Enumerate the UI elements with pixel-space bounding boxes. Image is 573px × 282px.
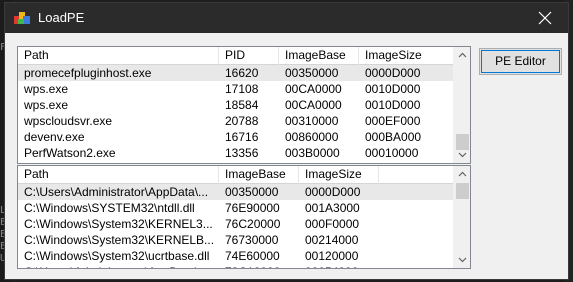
process-list-rows: promecefpluginhost.exe 16620 00350000 0000D… [18,65,455,163]
table-cell: wps.exe [24,82,69,96]
loadpe-app-icon [14,12,30,24]
column-header-imagesize[interactable]: ImageSize [359,47,455,65]
table-cell: 20788 [225,114,259,128]
window-title: LoadPE [38,10,85,25]
column-header-pid[interactable]: PID [219,47,279,65]
table-cell: 16716 [225,130,259,144]
table-cell: 00010000 [365,146,419,160]
scroll-down-arrow-icon[interactable] [454,146,471,163]
table-cell: 00310000 [285,114,339,128]
table-cell: 74E60000 [225,249,280,263]
table-cell: C:\Windows\System32\KERNEL3... [24,217,213,231]
table-cell: 0010D000 [365,98,421,112]
table-cell: 13356 [225,146,259,160]
table-cell: C:\Users\Administrator\AppData\... [18,264,219,268]
window-client-area: Path PID ImageBase ImageSize promecefplu… [5,33,568,279]
table-cell: 73C10000 [219,264,299,268]
table-cell: 00CA0000 [285,82,342,96]
scroll-down-arrow-icon[interactable] [454,251,471,268]
loadpe-window: LoadPE Path PID ImageBase ImageSize prom… [4,2,569,280]
table-cell: wpscloudsvr.exe [24,114,113,128]
table-cell: 22012 [219,161,279,163]
column-header-empty [379,166,455,184]
column-header-imagebase[interactable]: ImageBase [279,47,359,65]
process-list-scrollbar[interactable] [453,47,470,163]
table-cell: PerfWatson2.exe [24,146,116,160]
table-cell: 001A3000 [305,201,360,215]
table-cell: 003B0000 [285,146,340,160]
table-cell: 18584 [225,98,259,112]
table-cell: 76E90000 [225,201,280,215]
table-cell: 16620 [225,66,259,80]
table-cell: 00214000 [305,233,359,247]
module-row[interactable]: C:\Users\Administrator\AppData\...73C100… [18,264,455,268]
column-header-imagebase[interactable]: ImageBase [219,166,299,184]
process-row[interactable]: wps.exe 17108 00CA0000 0010D000 [18,81,455,97]
table-cell: 00000000 [279,161,359,163]
table-cell: 76730000 [225,233,279,247]
table-cell: 000BA000 [365,130,422,144]
title-bar[interactable]: LoadPE [5,3,568,33]
table-cell: 00CA0000 [285,98,342,112]
column-header-imagesize[interactable]: ImageSize [299,166,379,184]
process-row[interactable]: devenv.exe 16716 00860000 000BA000 [18,129,455,145]
module-row[interactable]: C:\Windows\System32\KERNELB... 76730000 00… [18,232,455,248]
table-cell: 00054000 [299,264,379,268]
process-row[interactable]: Microsoft.ServiceHub.Controll...22012000… [18,161,455,163]
close-button[interactable] [522,3,568,33]
module-list[interactable]: Path ImageBase ImageSize C:\Users\Admini… [17,165,471,269]
process-row[interactable]: PerfWatson2.exe 13356 003B0000 00010000 [18,145,455,161]
table-cell: 000F0000 [305,217,360,231]
table-cell: C:\Users\Administrator\AppData\... [24,185,209,199]
scroll-up-arrow-icon[interactable] [454,166,471,183]
module-row[interactable]: C:\Windows\System32\KERNEL3... 76C20000 00… [18,216,455,232]
table-cell: 00120000 [305,249,359,263]
module-list-scrollbar[interactable] [453,166,470,268]
table-cell: 00350000 [285,66,339,80]
module-list-header: Path ImageBase ImageSize [18,166,455,184]
table-cell: promecefpluginhost.exe [24,66,152,80]
table-cell: 0000D000 [305,185,361,199]
table-cell: 00000000 [359,161,455,163]
close-icon [538,11,552,25]
table-cell: C:\Windows\SYSTEM32\ntdll.dll [24,201,195,215]
table-cell: 76C20000 [225,217,281,231]
button-focus-ring [481,50,560,73]
table-cell: 0000D000 [365,66,421,80]
process-row[interactable]: wpscloudsvr.exe 20788 00310000 000EF000 [18,113,455,129]
table-cell: 00860000 [285,130,339,144]
column-header-path[interactable]: Path [18,47,219,65]
scroll-up-arrow-icon[interactable] [454,47,471,64]
module-list-rows: C:\Users\Administrator\AppData\... 003500… [18,184,455,268]
process-row[interactable]: wps.exe 18584 00CA0000 0010D000 [18,97,455,113]
scrollbar-thumb[interactable] [456,183,469,199]
table-cell: C:\Windows\System32\ucrtbase.dll [24,249,210,263]
table-cell: 00350000 [225,185,279,199]
module-row[interactable]: C:\Users\Administrator\AppData\... 003500… [18,184,455,200]
table-cell: Microsoft.ServiceHub.Controll... [18,161,219,163]
table-cell: wps.exe [24,98,69,112]
table-cell: 000EF000 [365,114,421,128]
column-header-path[interactable]: Path [18,166,219,184]
module-row[interactable]: C:\Windows\SYSTEM32\ntdll.dll 76E90000 001… [18,200,455,216]
process-list-header: Path PID ImageBase ImageSize [18,47,455,65]
table-cell: 17108 [225,82,259,96]
pe-editor-button[interactable]: PE Editor [479,48,562,75]
process-list[interactable]: Path PID ImageBase ImageSize promecefplu… [17,46,471,164]
process-row[interactable]: promecefpluginhost.exe 16620 00350000 0000D… [18,65,455,81]
table-cell: 0010D000 [365,82,421,96]
module-row[interactable]: C:\Windows\System32\ucrtbase.dll 74E60000… [18,248,455,264]
table-cell: devenv.exe [24,130,85,144]
table-cell: C:\Windows\System32\KERNELB... [24,233,215,247]
